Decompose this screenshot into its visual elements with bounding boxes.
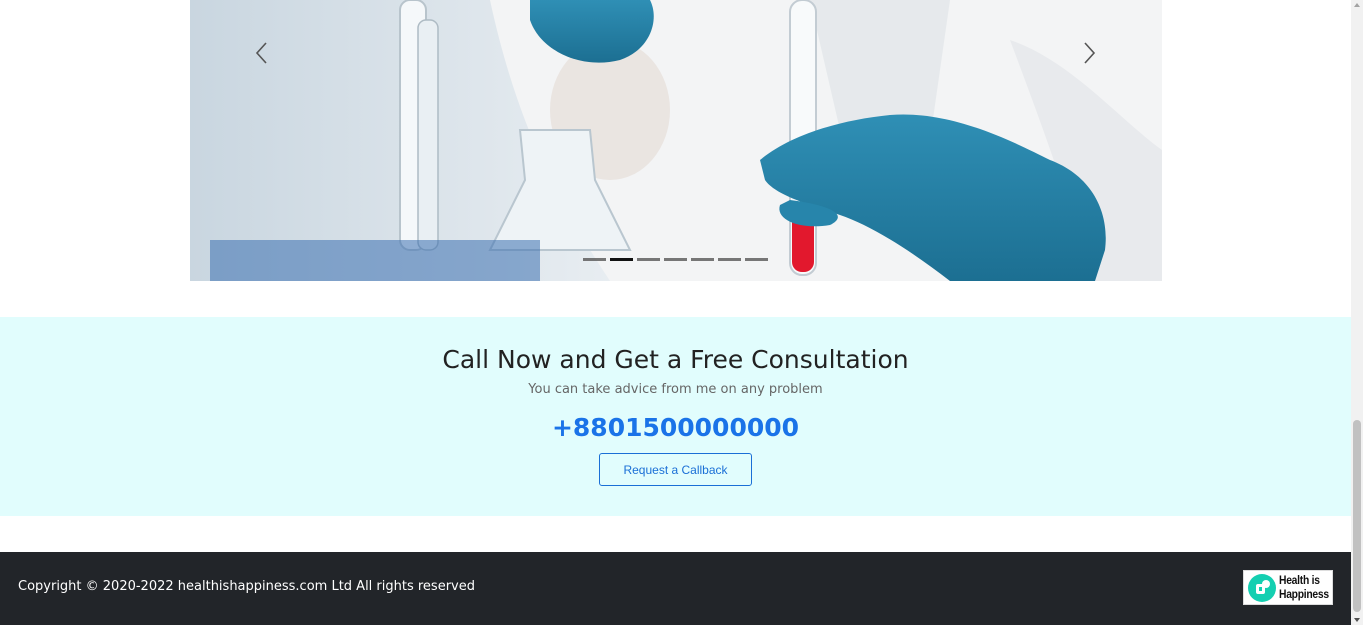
logo-text-line1: Health is	[1279, 573, 1320, 587]
carousel-indicator[interactable]	[610, 258, 633, 261]
lab-scientist-image	[190, 0, 1162, 281]
logo-text: Health is Happiness	[1279, 573, 1329, 601]
scroll-up-arrow-icon[interactable]	[1354, 3, 1360, 7]
consultation-section: Call Now and Get a Free Consultation You…	[0, 317, 1351, 516]
logo-text-line2: Happiness	[1279, 587, 1329, 601]
image-carousel	[190, 0, 1162, 281]
chevron-right-icon	[1084, 42, 1096, 64]
page: Call Now and Get a Free Consultation You…	[0, 0, 1351, 625]
carousel-indicators	[583, 258, 768, 261]
carousel-prev-button[interactable]	[247, 38, 277, 68]
carousel-indicator[interactable]	[745, 258, 768, 261]
consultation-subtitle: You can take advice from me on any probl…	[528, 382, 823, 397]
phone-number-link[interactable]: +8801500000000	[0, 413, 1351, 442]
copyright-text: Copyright © 2020-2022 healthishappiness.…	[18, 579, 475, 594]
logo-mark-icon	[1248, 574, 1276, 602]
consultation-title: Call Now and Get a Free Consultation	[442, 345, 909, 374]
carousel-next-button[interactable]	[1074, 38, 1104, 68]
footer: Copyright © 2020-2022 healthishappiness.…	[0, 552, 1351, 625]
carousel-indicator[interactable]	[664, 258, 687, 261]
chevron-left-icon	[255, 42, 267, 64]
site-logo[interactable]: Health is Happiness	[1243, 570, 1333, 605]
carousel-indicator[interactable]	[637, 258, 660, 261]
carousel-indicator[interactable]	[691, 258, 714, 261]
scroll-down-arrow-icon[interactable]	[1354, 618, 1360, 622]
request-callback-button[interactable]: Request a Callback	[599, 453, 752, 486]
scrollbar-thumb[interactable]	[1353, 420, 1361, 612]
carousel-indicator[interactable]	[718, 258, 741, 261]
page-scrollbar[interactable]	[1351, 0, 1363, 625]
carousel-indicator[interactable]	[583, 258, 606, 261]
